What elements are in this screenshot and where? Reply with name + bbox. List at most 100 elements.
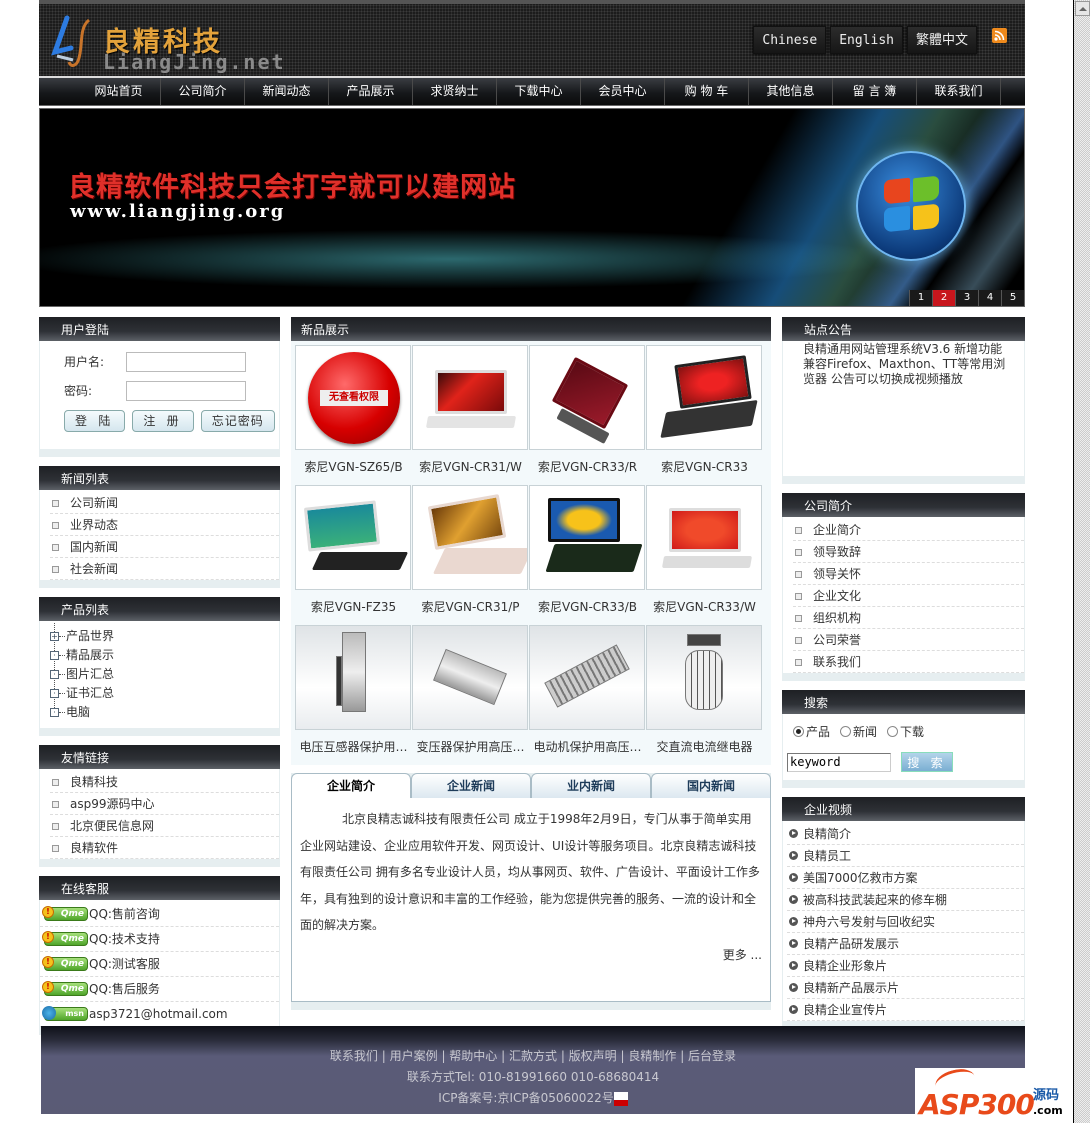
- icp-badge-icon[interactable]: [613, 1091, 628, 1106]
- password-input[interactable]: [126, 380, 246, 401]
- product-image[interactable]: [295, 625, 411, 730]
- product-card[interactable]: 无查看权限 索尼VGN-SZ65/B: [295, 345, 412, 485]
- product-image[interactable]: [646, 625, 762, 730]
- footer-link-contact[interactable]: 联系我们: [330, 1049, 378, 1063]
- product-card[interactable]: 索尼VGN-CR33/B: [529, 485, 646, 625]
- company-link[interactable]: 企业文化: [793, 585, 1024, 607]
- tree-node[interactable]: · 精品展示: [50, 642, 279, 665]
- lang-traditional-button[interactable]: 繁體中文: [906, 26, 977, 54]
- product-name[interactable]: 索尼VGN-CR33/B: [529, 590, 646, 624]
- footer-link-admin-login[interactable]: 后台登录: [688, 1049, 736, 1063]
- product-card[interactable]: 索尼VGN-CR33: [646, 345, 763, 485]
- product-card[interactable]: 索尼VGN-CR33/W: [646, 485, 763, 625]
- product-image[interactable]: [529, 625, 645, 730]
- product-card[interactable]: 索尼VGN-CR31/W: [412, 345, 529, 485]
- lang-chinese-button[interactable]: Chinese: [753, 26, 827, 54]
- video-link[interactable]: 良精产品研发展示: [787, 933, 1024, 955]
- video-link[interactable]: 神舟六号发射与回收纪实: [787, 911, 1024, 933]
- forgot-password-button[interactable]: 忘记密码: [200, 410, 275, 432]
- product-name[interactable]: 索尼VGN-CR31/P: [412, 590, 529, 624]
- nav-about[interactable]: 公司简介: [161, 78, 245, 105]
- product-name[interactable]: 索尼VGN-SZ65/B: [295, 450, 412, 484]
- video-link[interactable]: 被高科技武装起来的修车棚: [787, 889, 1024, 911]
- friend-link[interactable]: 良精科技: [50, 771, 279, 793]
- friend-link[interactable]: asp99源码中心: [50, 793, 279, 815]
- product-image[interactable]: [412, 625, 528, 730]
- nav-jobs[interactable]: 求贤纳士: [413, 78, 497, 105]
- nav-products[interactable]: 产品展示: [329, 78, 413, 105]
- register-button[interactable]: 注 册: [132, 410, 194, 432]
- product-image[interactable]: [412, 345, 528, 450]
- tab-company-intro[interactable]: 企业简介: [291, 773, 411, 799]
- product-name[interactable]: 交直流电流继电器: [646, 730, 763, 764]
- news-category-item[interactable]: 社会新闻: [50, 558, 279, 580]
- video-link[interactable]: 良精企业宣传片: [787, 999, 1024, 1021]
- username-input[interactable]: [126, 351, 246, 372]
- nav-downloads[interactable]: 下载中心: [497, 78, 581, 105]
- product-image[interactable]: [529, 345, 645, 450]
- footer-link-cases[interactable]: 用户案例: [390, 1049, 438, 1063]
- qq-service-link[interactable]: ! Qme QQ:售后服务: [40, 977, 279, 1002]
- footer-link-made-by[interactable]: 良精制作: [628, 1049, 676, 1063]
- pager-button[interactable]: 1: [909, 290, 932, 306]
- tab-domestic-news[interactable]: 国内新闻: [651, 773, 771, 798]
- video-link[interactable]: 良精简介: [787, 823, 1024, 845]
- scroll-up-arrow-icon[interactable]: [1075, 1, 1090, 16]
- search-type-news[interactable]: 新闻: [840, 723, 877, 740]
- tree-node[interactable]: + 产品世界: [50, 623, 279, 646]
- pager-button[interactable]: 3: [955, 290, 978, 306]
- product-name[interactable]: 变压器保护用高压…: [412, 730, 529, 764]
- footer-link-copyright[interactable]: 版权声明: [569, 1049, 617, 1063]
- tree-node[interactable]: · 证书汇总: [50, 680, 279, 703]
- product-name[interactable]: 索尼VGN-CR33/R: [529, 450, 646, 484]
- product-image[interactable]: [295, 485, 411, 590]
- product-image[interactable]: [646, 345, 762, 450]
- tree-expand-icon[interactable]: +: [50, 632, 59, 641]
- news-category-item[interactable]: 业界动态: [50, 514, 279, 536]
- product-card[interactable]: 索尼VGN-CR31/P: [412, 485, 529, 625]
- product-card[interactable]: 电动机保护用高压…: [529, 625, 646, 765]
- banner-slideshow[interactable]: 良精软件科技只会打字就可以建网站 www.liangjing.org 1 2 3…: [39, 108, 1025, 307]
- friend-link[interactable]: 良精软件: [50, 837, 279, 859]
- company-link[interactable]: 企业简介: [793, 519, 1024, 541]
- company-link[interactable]: 组织机构: [793, 607, 1024, 629]
- qq-service-link[interactable]: ! Qme QQ:测试客服: [40, 952, 279, 977]
- search-button[interactable]: 搜 索: [901, 752, 953, 772]
- footer-link-help[interactable]: 帮助中心: [449, 1049, 497, 1063]
- lang-english-button[interactable]: English: [830, 26, 903, 54]
- product-name[interactable]: 索尼VGN-FZ35: [295, 590, 412, 624]
- product-image[interactable]: 无查看权限: [295, 345, 411, 450]
- tab-industry-news[interactable]: 业内新闻: [531, 773, 651, 798]
- company-link[interactable]: 领导致辞: [793, 541, 1024, 563]
- product-card[interactable]: 交直流电流继电器: [646, 625, 763, 765]
- company-link[interactable]: 联系我们: [793, 651, 1024, 673]
- news-category-item[interactable]: 国内新闻: [50, 536, 279, 558]
- news-category-item[interactable]: 公司新闻: [50, 492, 279, 514]
- nav-contact[interactable]: 联系我们: [917, 78, 1001, 105]
- rss-icon[interactable]: [992, 28, 1007, 43]
- product-image[interactable]: [529, 485, 645, 590]
- search-type-product[interactable]: 产品: [793, 723, 830, 740]
- product-name[interactable]: 索尼VGN-CR31/W: [412, 450, 529, 484]
- video-link[interactable]: 良精员工: [787, 845, 1024, 867]
- nav-guestbook[interactable]: 留 言 簿: [833, 78, 917, 105]
- product-card[interactable]: 索尼VGN-FZ35: [295, 485, 412, 625]
- more-link[interactable]: 更多 ...: [723, 946, 762, 963]
- login-button[interactable]: 登 陆: [64, 410, 126, 432]
- nav-news[interactable]: 新闻动态: [245, 78, 329, 105]
- product-image[interactable]: [646, 485, 762, 590]
- qq-service-link[interactable]: ! Qme QQ:技术支持: [40, 927, 279, 952]
- product-name[interactable]: 索尼VGN-CR33: [646, 450, 763, 484]
- video-link[interactable]: 良精企业形象片: [787, 955, 1024, 977]
- pager-button[interactable]: 5: [1001, 290, 1024, 306]
- tab-company-news[interactable]: 企业新闻: [411, 773, 531, 798]
- radio-unchecked-icon[interactable]: [840, 725, 852, 737]
- tree-node[interactable]: · 图片汇总: [50, 661, 279, 684]
- video-link[interactable]: 美国7000亿救市方案: [787, 867, 1024, 889]
- video-link[interactable]: 良精新产品展示片: [787, 977, 1024, 999]
- product-name[interactable]: 索尼VGN-CR33/W: [646, 590, 763, 624]
- nav-cart[interactable]: 购 物 车: [665, 78, 749, 105]
- nav-members[interactable]: 会员中心: [581, 78, 665, 105]
- product-card[interactable]: 电压互感器保护用…: [295, 625, 412, 765]
- company-link[interactable]: 领导关怀: [793, 563, 1024, 585]
